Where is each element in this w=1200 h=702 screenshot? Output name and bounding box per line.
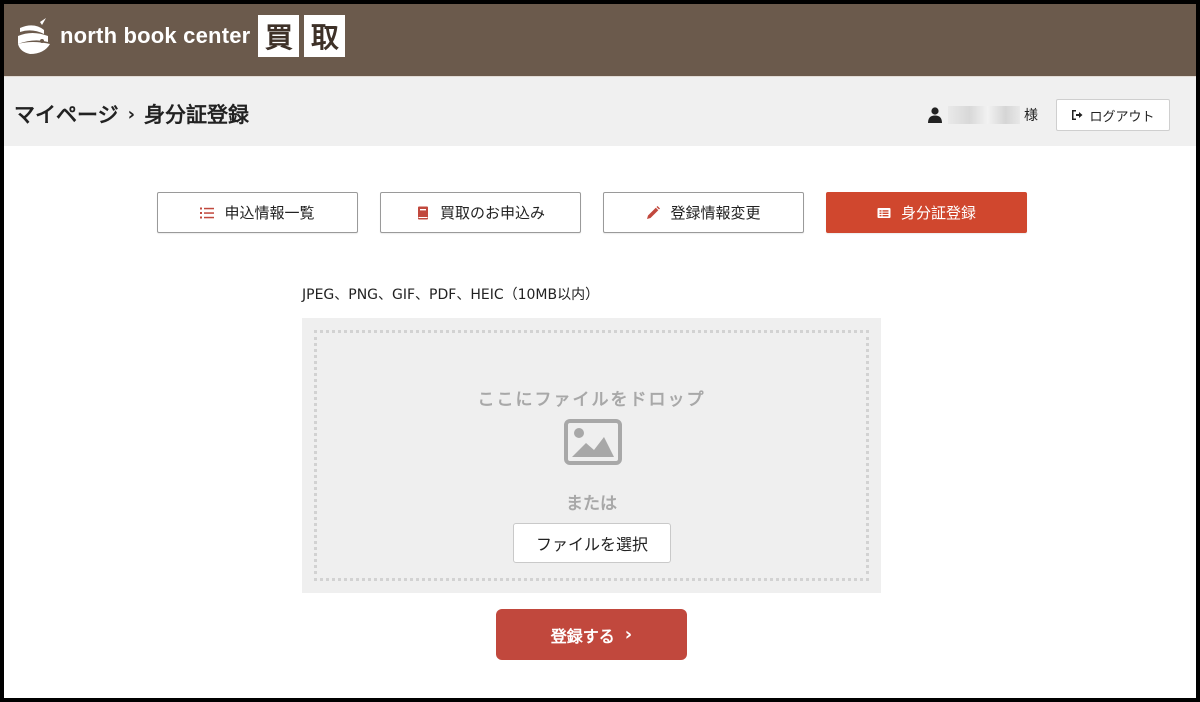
breadcrumb-separator: › [127, 103, 136, 125]
site-header: north book center 買 取 [4, 4, 1196, 76]
breadcrumb-mypage[interactable]: マイページ [14, 99, 119, 129]
chevron-right-icon: › [624, 624, 633, 645]
list-icon [200, 207, 215, 218]
drop-instruction: ここにファイルをドロップ [477, 390, 706, 410]
book-bird-logo-icon [18, 16, 50, 54]
id-card-icon [877, 207, 891, 218]
file-drop-zone[interactable]: ここにファイルをドロップ または ファイルを選択 [302, 318, 881, 593]
user-honorific: 様 [1024, 108, 1038, 124]
drop-zone-border: ここにファイルをドロップ または ファイルを選択 [314, 330, 869, 581]
choose-file-button[interactable]: ファイルを選択 [513, 523, 671, 563]
tab-label: 登録情報変更 [670, 204, 761, 222]
brand-kanji-1: 買 [258, 15, 300, 57]
book-icon [417, 206, 428, 219]
logout-button[interactable]: ログアウト [1056, 99, 1170, 131]
accepted-formats-text: JPEG、PNG、GIF、PDF、HEIC（10MB以内） [302, 287, 600, 303]
tab-label: 身分証登録 [900, 204, 976, 222]
tab-purchase-application[interactable]: 買取のお申込み [380, 192, 581, 233]
register-submit-button[interactable]: 登録する › [496, 609, 687, 660]
image-icon [564, 419, 622, 465]
tab-label: 申込情報一覧 [224, 204, 315, 222]
brand-logo-link[interactable]: north book center 買 取 [14, 12, 350, 60]
or-text: または [566, 494, 617, 514]
pencil-icon [647, 205, 661, 219]
brand-name: north book center [60, 23, 251, 48]
sign-out-icon [1072, 110, 1083, 120]
tab-id-registration[interactable]: 身分証登録 [826, 192, 1027, 233]
tab-edit-registration[interactable]: 登録情報変更 [603, 192, 804, 233]
page-title-bar: マイページ › 身分証登録 様 ログアウト [4, 76, 1196, 146]
user-icon [928, 107, 942, 123]
brand-kanji-2: 取 [304, 15, 346, 57]
user-info: 様 [928, 105, 1038, 125]
breadcrumb: マイページ › 身分証登録 [14, 99, 249, 129]
tab-application-list[interactable]: 申込情報一覧 [157, 192, 358, 233]
logout-label: ログアウト [1089, 109, 1155, 125]
user-name-redacted [948, 106, 1020, 124]
submit-label: 登録する [550, 626, 615, 646]
page: north book center 買 取 マイページ › 身分証登録 様 ログ… [4, 4, 1196, 698]
tab-label: 買取のお申込み [439, 204, 545, 222]
breadcrumb-current: 身分証登録 [144, 103, 250, 127]
